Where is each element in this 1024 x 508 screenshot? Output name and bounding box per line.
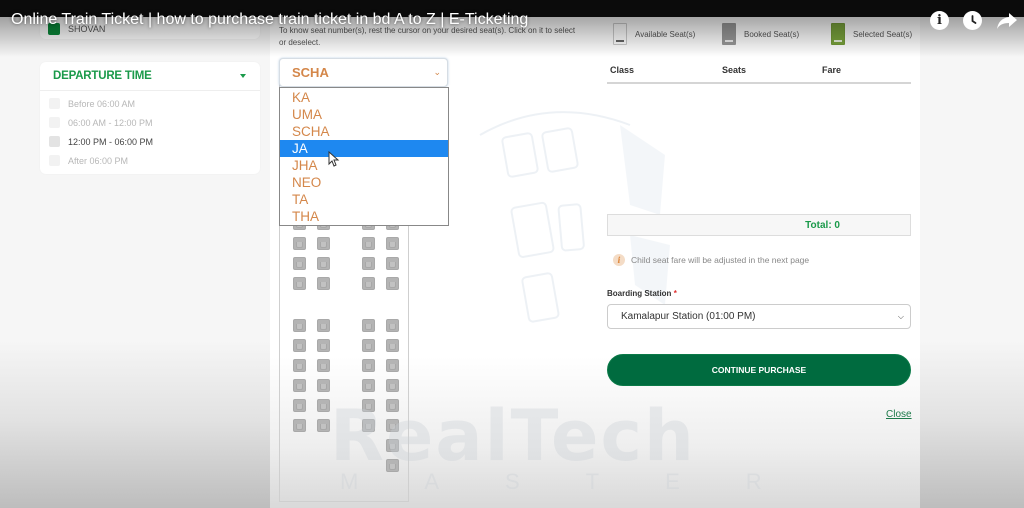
coach-select-value: SCHA <box>292 65 329 80</box>
seat-booked[interactable] <box>293 237 306 250</box>
seat-booked[interactable] <box>317 277 330 290</box>
seat-booked[interactable] <box>293 359 306 372</box>
video-overlay-icons: i <box>930 11 1018 30</box>
coach-option-tha[interactable]: THA <box>280 208 448 225</box>
legend-label: Selected Seat(s) <box>853 29 913 39</box>
seat-booked[interactable] <box>317 319 330 332</box>
time-option-label: 12:00 PM - 06:00 PM <box>68 136 154 147</box>
time-option-label: 06:00 AM - 12:00 PM <box>68 117 153 128</box>
continue-purchase-button[interactable]: CONTINUE PURCHASE <box>607 354 911 386</box>
coach-option-ta[interactable]: TA <box>280 191 448 208</box>
time-option-1200-1800[interactable]: 12:00 PM - 06:00 PM <box>40 132 260 151</box>
seat-booked[interactable] <box>362 339 375 352</box>
fare-total: Total: 0 <box>805 219 840 231</box>
coach-option-jha[interactable]: JHA <box>280 157 448 174</box>
coach-select[interactable]: SCHA ⌄ <box>279 58 448 87</box>
seat-booked[interactable] <box>386 359 399 372</box>
time-option-before-0600: Before 06:00 AM <box>40 94 260 113</box>
legend-label: Available Seat(s) <box>635 29 696 39</box>
seat-booked[interactable] <box>362 277 375 290</box>
seat-booked[interactable] <box>386 339 399 352</box>
seat-booked[interactable] <box>293 419 306 432</box>
fare-table-header: Class Seats Fare <box>607 58 911 84</box>
column-seats: Seats <box>722 65 747 75</box>
checkbox <box>49 155 60 166</box>
seat-booked[interactable] <box>317 419 330 432</box>
coach-option-ja[interactable]: JA <box>280 140 448 157</box>
chevron-down-icon: ⌵ <box>897 311 904 321</box>
coach-option-uma[interactable]: UMA <box>280 106 448 123</box>
seat-booked[interactable] <box>293 339 306 352</box>
chevron-down-icon: ⌄ <box>433 67 441 77</box>
seat-booked[interactable] <box>293 379 306 392</box>
child-fare-note: i Child seat fare will be adjusted in th… <box>613 254 809 266</box>
selected-seat-icon <box>831 23 845 45</box>
seat-booked[interactable] <box>386 459 399 472</box>
departure-time-filter: DEPARTURE TIME Before 06:00 AM 06:00 AM … <box>40 62 260 174</box>
seat-booked[interactable] <box>362 399 375 412</box>
seat-booked[interactable] <box>317 257 330 270</box>
legend-selected: Selected Seat(s) <box>831 23 912 45</box>
seat-booked[interactable] <box>386 277 399 290</box>
boarding-label-text: Boarding Station <box>607 289 672 298</box>
seat-booked[interactable] <box>293 319 306 332</box>
time-option-label: After 06:00 PM <box>68 155 129 166</box>
info-icon[interactable]: i <box>930 11 949 30</box>
seat-booked[interactable] <box>386 319 399 332</box>
available-seat-icon <box>613 23 627 45</box>
seat-booked[interactable] <box>317 237 330 250</box>
legend-label: Booked Seat(s) <box>744 29 800 39</box>
seat-booked[interactable] <box>362 237 375 250</box>
seat-booked[interactable] <box>317 359 330 372</box>
checkbox[interactable] <box>49 136 60 147</box>
child-fare-note-text: Child seat fare will be adjusted in the … <box>631 255 810 265</box>
seat-booked[interactable] <box>362 359 375 372</box>
departure-time-title: DEPARTURE TIME <box>53 70 152 82</box>
coach-option-scha[interactable]: SCHA <box>280 123 448 140</box>
seat-booked[interactable] <box>293 277 306 290</box>
mouse-cursor-icon <box>328 151 340 167</box>
share-icon[interactable] <box>996 11 1018 30</box>
seat-booked[interactable] <box>386 379 399 392</box>
seat-booked[interactable] <box>386 399 399 412</box>
departure-time-options: Before 06:00 AM 06:00 AM - 12:00 PM 12:0… <box>40 91 260 170</box>
checkbox <box>49 117 60 128</box>
seat-booked[interactable] <box>317 339 330 352</box>
time-option-after-1800: After 06:00 PM <box>40 151 260 170</box>
coach-dropdown-list: KA UMA SCHA JA JHA NEO TA THA <box>279 87 449 226</box>
legend-available: Available Seat(s) <box>613 23 695 45</box>
column-class: Class <box>610 65 635 75</box>
close-link[interactable]: Close <box>886 409 912 420</box>
seat-booked[interactable] <box>362 379 375 392</box>
boarding-station-label: Boarding Station * <box>607 289 677 298</box>
required-mark: * <box>673 289 677 298</box>
coach-option-neo[interactable]: NEO <box>280 174 448 191</box>
seat-booked[interactable] <box>386 257 399 270</box>
boarding-station-select[interactable]: Kamalapur Station (01:00 PM) ⌵ <box>607 304 911 329</box>
coach-option-ka[interactable]: KA <box>280 89 448 106</box>
seat-booked[interactable] <box>386 419 399 432</box>
seat-booked[interactable] <box>362 319 375 332</box>
booked-seat-icon <box>722 23 736 45</box>
seat-booked[interactable] <box>317 399 330 412</box>
caret-down-icon[interactable] <box>240 74 246 78</box>
departure-time-header[interactable]: DEPARTURE TIME <box>40 62 260 91</box>
seat-booked[interactable] <box>293 399 306 412</box>
fare-total-row: Total: 0 <box>607 214 911 236</box>
video-title[interactable]: Online Train Ticket | how to purchase tr… <box>11 11 528 29</box>
seat-booked[interactable] <box>362 257 375 270</box>
seat-booked[interactable] <box>293 257 306 270</box>
time-option-label: Before 06:00 AM <box>68 98 136 109</box>
column-fare: Fare <box>822 65 842 75</box>
watch-later-icon[interactable] <box>963 11 982 30</box>
checkbox <box>49 98 60 109</box>
info-icon: i <box>613 254 625 266</box>
seat-booked[interactable] <box>386 439 399 452</box>
seat-booked[interactable] <box>317 379 330 392</box>
legend-booked: Booked Seat(s) <box>722 23 799 45</box>
seat-booked[interactable] <box>362 419 375 432</box>
seat-booked[interactable] <box>386 237 399 250</box>
boarding-station-value: Kamalapur Station (01:00 PM) <box>621 311 756 322</box>
time-option-0600-1200: 06:00 AM - 12:00 PM <box>40 113 260 132</box>
